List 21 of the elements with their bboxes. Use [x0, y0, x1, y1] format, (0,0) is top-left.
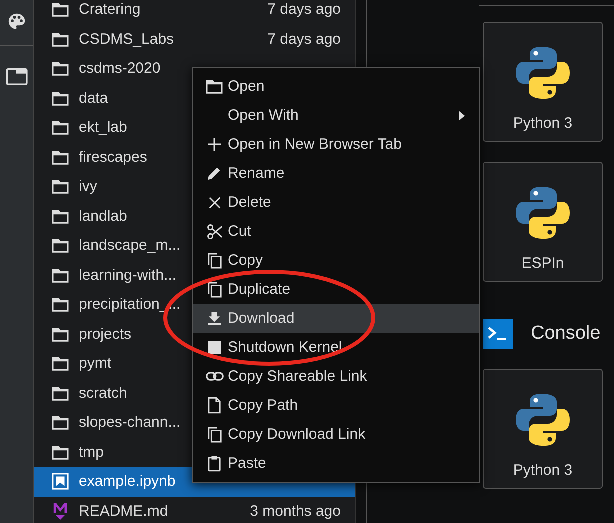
file-name: README.md: [79, 502, 170, 520]
section-title: Console: [531, 323, 601, 345]
file-name: data: [79, 90, 110, 107]
file-name: tmp: [79, 444, 106, 461]
file-name: scratch: [79, 384, 128, 402]
file-name: ivy: [79, 178, 98, 196]
file-name: landscape_m...: [79, 237, 182, 254]
modified-time: 3 months ago: [250, 502, 341, 520]
file-name: Cratering: [79, 1, 142, 18]
file-name: CSDMS_Labs: [79, 30, 176, 48]
file-name: example.ipynb: [79, 473, 177, 490]
modified-time: 7 days ago: [268, 1, 341, 18]
file-name: learning-with...: [79, 266, 178, 284]
file-name: slopes-chann...: [79, 414, 182, 432]
file-name: projects: [79, 326, 133, 343]
file-name: ekt_lab: [79, 119, 128, 136]
file-name: pymt: [79, 355, 113, 372]
file-name: landlab: [79, 208, 128, 225]
file-name: firescapes: [79, 148, 148, 166]
modified-time: 7 days ago: [268, 30, 341, 48]
file-name: csdms-2020: [79, 60, 162, 78]
